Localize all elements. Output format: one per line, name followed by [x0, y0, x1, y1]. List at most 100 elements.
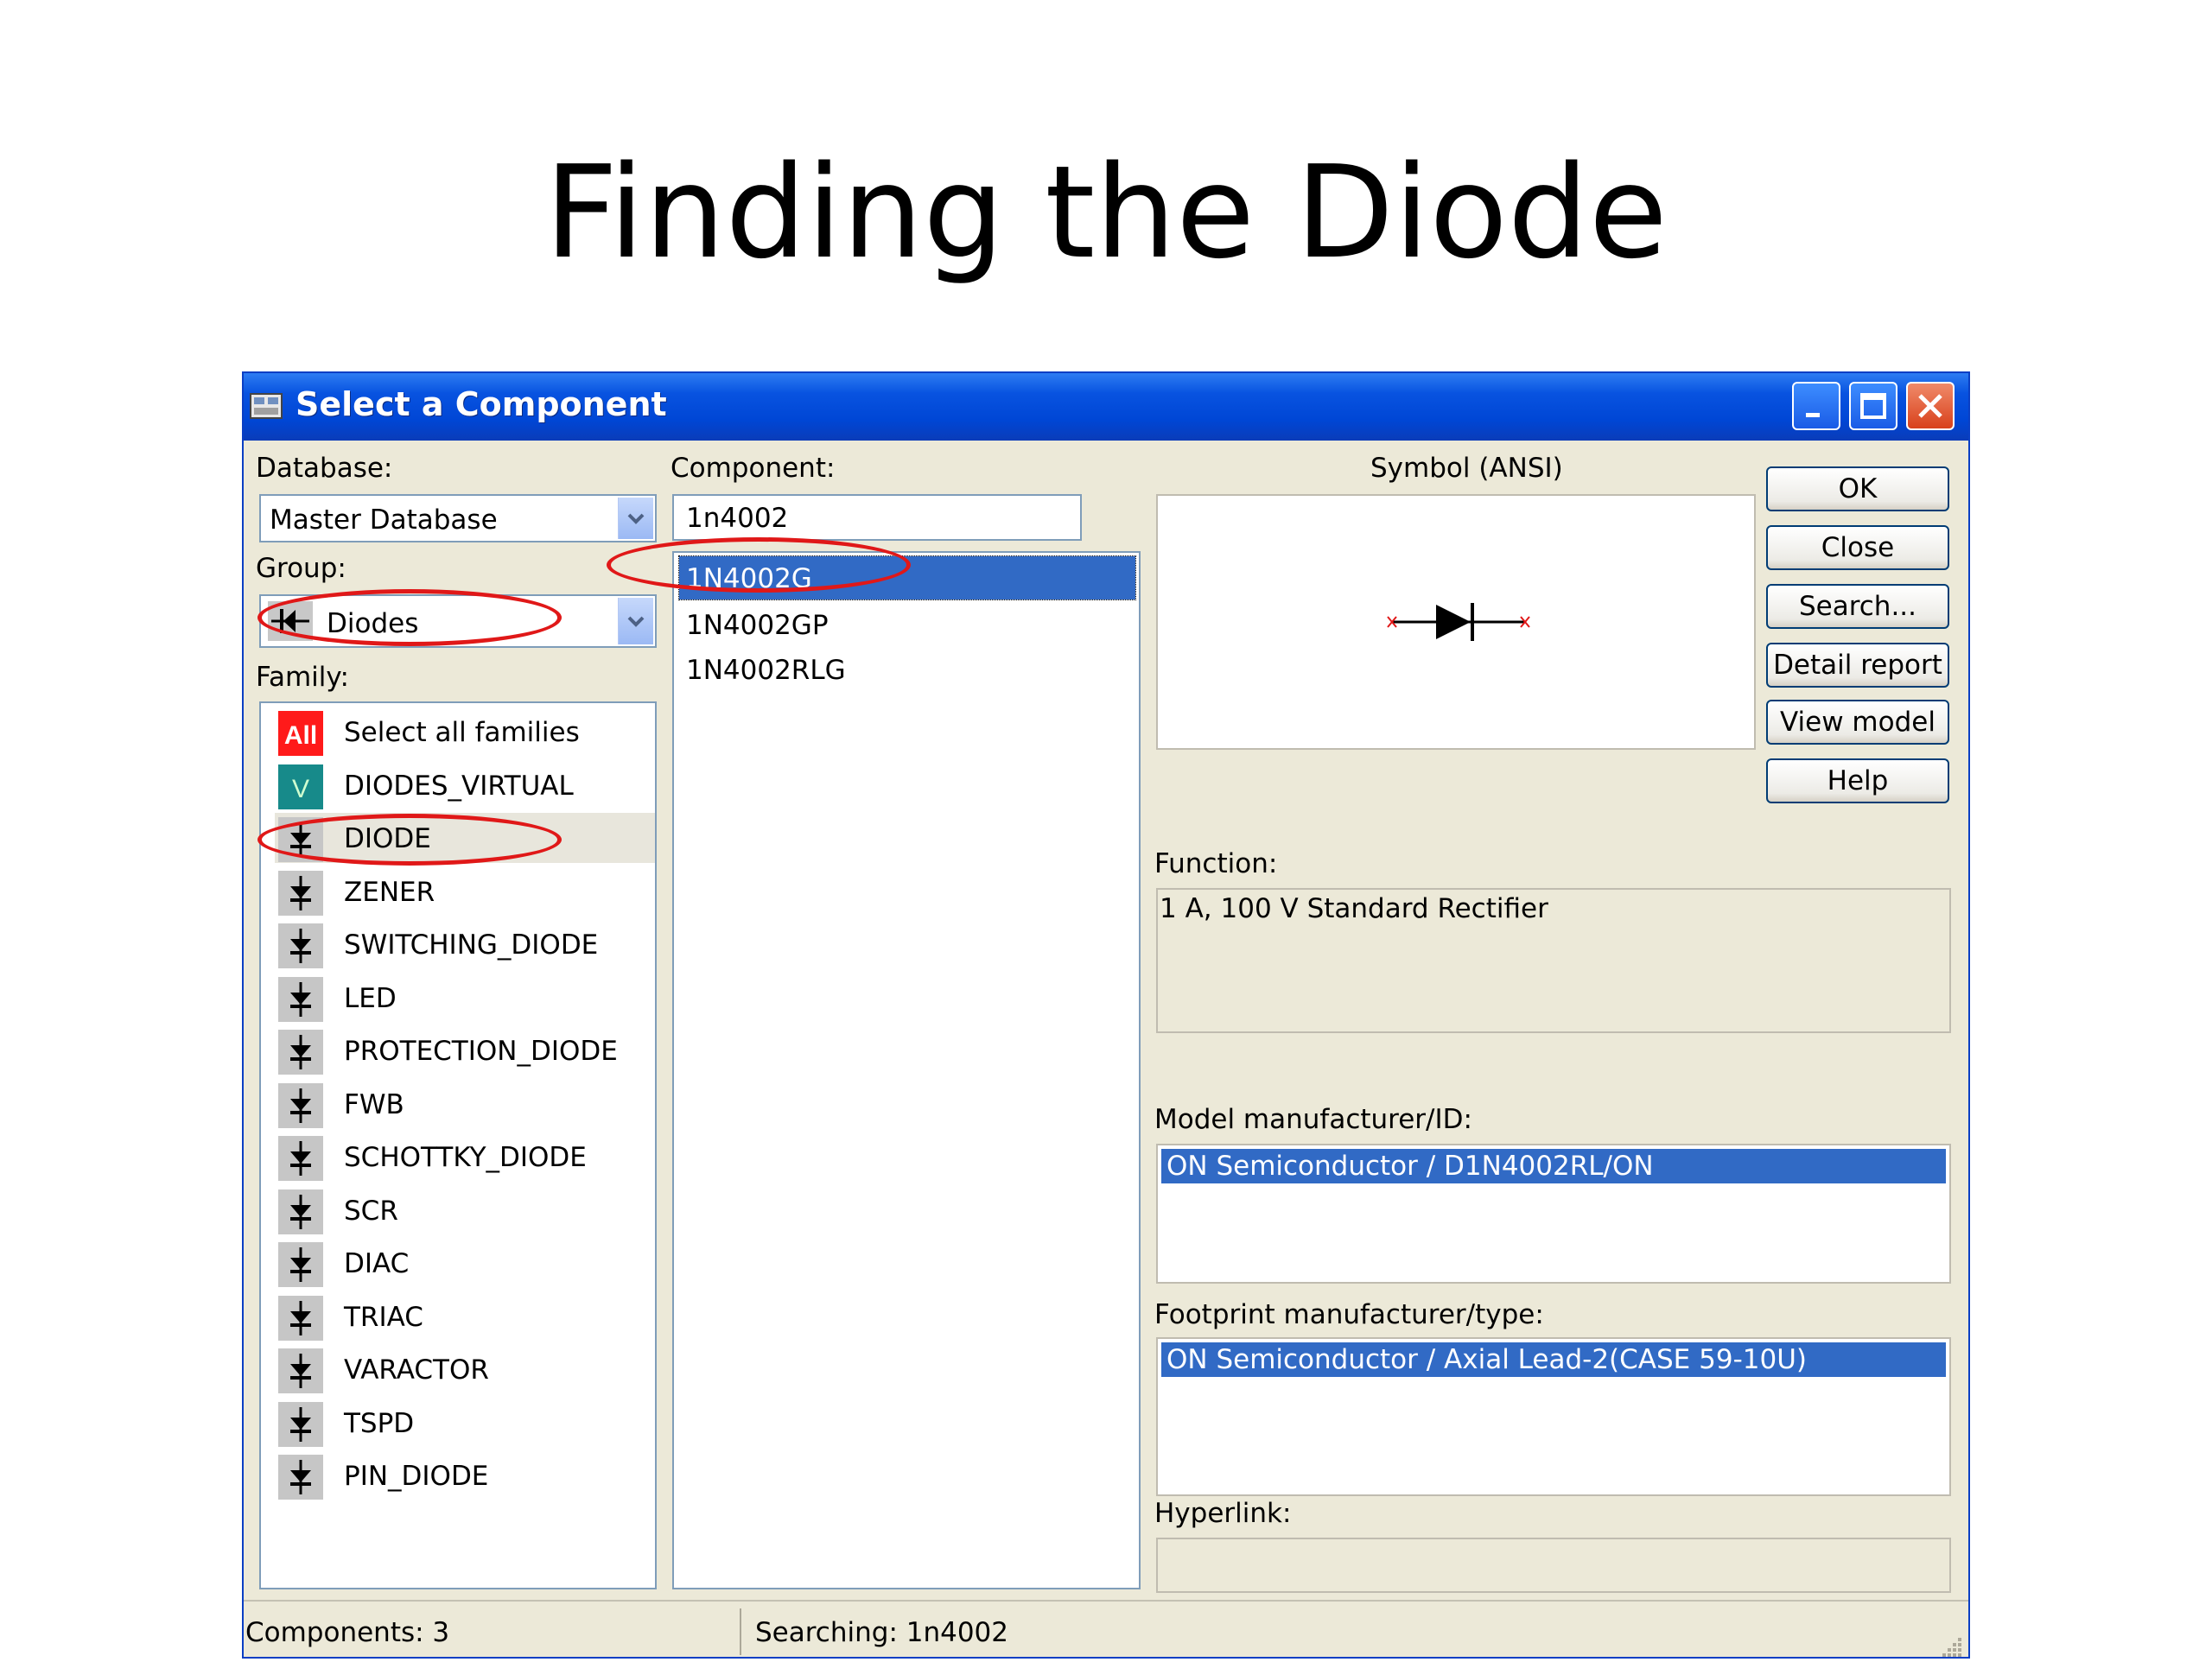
family-item-label: PROTECTION_DIODE [344, 1036, 618, 1067]
family-item[interactable]: SCHOTTKY_DIODE [275, 1132, 655, 1182]
family-item-label: DIODES_VIRTUAL [344, 770, 574, 802]
status-searching: Searching: 1n4002 [755, 1617, 1009, 1648]
footprint-list[interactable]: ON Semiconductor / Axial Lead-2(CASE 59-… [1156, 1337, 1951, 1496]
family-item[interactable]: VARACTOR [275, 1344, 655, 1394]
family-item[interactable]: PIN_DIODE [275, 1450, 655, 1500]
database-label: Database: [256, 453, 393, 484]
status-components: Components: 3 [245, 1617, 450, 1648]
model-value: ON Semiconductor / D1N4002RL/ON [1166, 1151, 1654, 1182]
hyperlink-field[interactable] [1156, 1538, 1951, 1593]
scr-icon [278, 1189, 323, 1234]
annotation-ellipse-group [257, 589, 562, 646]
maximize-button[interactable] [1849, 382, 1897, 430]
family-item-label: DIAC [344, 1248, 410, 1279]
select-component-dialog: Select a Component Database: Master Data… [242, 371, 1970, 1659]
family-item-label: TRIAC [344, 1301, 423, 1333]
family-item[interactable]: SWITCHING_DIODE [275, 919, 655, 969]
family-item-label: FWB [344, 1088, 404, 1120]
minimize-icon [1806, 413, 1820, 417]
component-search-input[interactable]: 1n4002 [672, 494, 1082, 541]
maximize-icon [1860, 393, 1886, 419]
symbol-preview [1156, 494, 1756, 750]
family-item[interactable]: SCR [275, 1185, 655, 1235]
component-item[interactable]: 1N4002GP [679, 603, 1135, 646]
family-item-label: SCR [344, 1195, 398, 1227]
model-label: Model manufacturer/ID: [1154, 1104, 1472, 1135]
switching-diode-icon [278, 923, 323, 968]
close-icon [1918, 394, 1942, 418]
close-window-button[interactable] [1906, 382, 1955, 430]
diac-icon [278, 1242, 323, 1287]
all-icon: All [278, 711, 323, 756]
database-dropdown-arrow[interactable] [618, 498, 653, 539]
family-item-label: SWITCHING_DIODE [344, 929, 599, 961]
chevron-down-icon [627, 616, 645, 627]
database-value: Master Database [270, 504, 498, 536]
function-label: Function: [1154, 848, 1278, 879]
family-item-label: Select all families [344, 717, 580, 748]
family-item[interactable]: FWB [275, 1079, 655, 1129]
status-bar: Components: 3 Searching: 1n4002 [244, 1600, 1968, 1662]
family-item[interactable]: ZENER [275, 866, 655, 917]
family-label: Family: [256, 662, 349, 693]
slide-title: Finding the Diode [544, 138, 1668, 287]
family-item-label: LED [344, 982, 397, 1014]
annotation-ellipse-component [607, 537, 911, 593]
view-model-button[interactable]: View model [1766, 700, 1949, 745]
minimize-button[interactable] [1792, 382, 1840, 430]
function-box: 1 A, 100 V Standard Rectifier [1156, 888, 1951, 1033]
footprint-value: ON Semiconductor / Axial Lead-2(CASE 59-… [1166, 1344, 1807, 1375]
app-icon [250, 393, 283, 419]
family-item[interactable]: V DIODES_VIRTUAL [275, 760, 655, 810]
symbol-label: Symbol (ANSI) [1370, 453, 1563, 484]
virtual-badge-text: V [292, 775, 309, 803]
function-value: 1 A, 100 V Standard Rectifier [1160, 893, 1548, 924]
model-list[interactable]: ON Semiconductor / D1N4002RL/ON [1156, 1144, 1951, 1284]
component-item-label: 1N4002GP [686, 610, 829, 641]
chevron-down-icon [627, 513, 645, 524]
group-label: Group: [256, 553, 346, 584]
led-icon [278, 976, 323, 1022]
search-button[interactable]: Search... [1766, 584, 1949, 629]
footprint-list-item[interactable]: ON Semiconductor / Axial Lead-2(CASE 59-… [1161, 1342, 1946, 1377]
resize-grip-icon[interactable] [1937, 1633, 1963, 1659]
component-item-label: 1N4002RLG [686, 655, 846, 686]
family-item-label: TSPD [344, 1407, 415, 1439]
dialog-title: Select a Component [296, 385, 667, 423]
fwb-icon [278, 1082, 323, 1128]
triac-icon [278, 1295, 323, 1341]
virtual-icon: V [278, 764, 323, 809]
family-item[interactable]: TSPD [275, 1398, 655, 1448]
database-select[interactable]: Master Database [259, 494, 657, 542]
component-item[interactable]: 1N4002RLG [679, 648, 1135, 691]
pin-diode-icon [278, 1455, 323, 1500]
annotation-ellipse-family [257, 814, 562, 866]
family-item-label: PIN_DIODE [344, 1461, 489, 1492]
all-badge-text: All [284, 721, 317, 750]
diode-symbol-icon [1387, 603, 1530, 641]
family-item-label: ZENER [344, 876, 435, 908]
varactor-icon [278, 1348, 323, 1393]
family-item[interactable]: DIAC [275, 1238, 655, 1288]
footprint-label: Footprint manufacturer/type: [1154, 1299, 1544, 1330]
family-item-label: SCHOTTKY_DIODE [344, 1142, 587, 1173]
group-dropdown-arrow[interactable] [618, 598, 653, 644]
family-item[interactable]: All Select all families [275, 707, 655, 757]
family-item[interactable]: LED [275, 973, 655, 1023]
detail-report-button[interactable]: Detail report [1766, 643, 1949, 688]
close-button[interactable]: Close [1766, 525, 1949, 570]
family-item[interactable]: TRIAC [275, 1291, 655, 1342]
model-list-item[interactable]: ON Semiconductor / D1N4002RL/ON [1161, 1149, 1946, 1183]
protection-diode-icon [278, 1030, 323, 1075]
tspd-icon [278, 1401, 323, 1447]
family-item[interactable]: PROTECTION_DIODE [275, 1025, 655, 1075]
dialog-titlebar[interactable]: Select a Component [244, 373, 1968, 441]
component-list[interactable]: 1N4002G 1N4002GP 1N4002RLG [672, 551, 1141, 1589]
hyperlink-label: Hyperlink: [1154, 1498, 1292, 1529]
family-item-label: VARACTOR [344, 1354, 489, 1386]
help-button[interactable]: Help [1766, 758, 1949, 803]
ok-button[interactable]: OK [1766, 466, 1949, 511]
status-separator [740, 1608, 741, 1655]
component-search-value: 1n4002 [686, 503, 789, 534]
schottky-diode-icon [278, 1136, 323, 1181]
